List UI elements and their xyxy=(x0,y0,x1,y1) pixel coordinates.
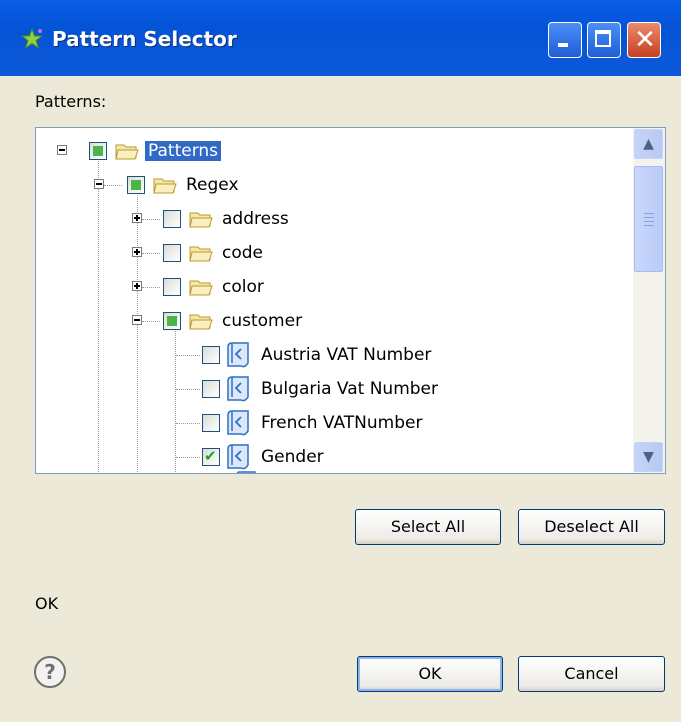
grip-line xyxy=(644,221,654,222)
tree-node-label: color xyxy=(222,277,264,297)
scroll-down-button[interactable]: ▼ xyxy=(634,442,663,472)
expand-toggle[interactable] xyxy=(132,281,142,291)
open-folder-icon xyxy=(189,280,213,296)
tree-node-color[interactable]: color xyxy=(163,272,267,302)
tree-checkbox[interactable] xyxy=(202,380,220,398)
collapse-toggle[interactable] xyxy=(94,179,104,189)
tree-node-label: code xyxy=(222,243,263,263)
expand-toggle[interactable] xyxy=(132,247,142,257)
tree-connector xyxy=(142,287,160,288)
vertical-scrollbar[interactable]: ▲ ▼ xyxy=(633,128,665,473)
tree-node-pattern[interactable]: Bulgaria Vat Number xyxy=(202,374,441,404)
close-button[interactable]: ✕ xyxy=(627,22,661,58)
tree-connector xyxy=(142,253,160,254)
svg-text:?: ? xyxy=(44,660,56,684)
tree-node-label: address xyxy=(222,209,289,229)
tree-node-label: Gender xyxy=(261,447,324,467)
expand-toggle[interactable] xyxy=(132,213,142,223)
maximize-icon xyxy=(595,30,611,47)
tree-node-pattern[interactable]: French VATNumber xyxy=(202,408,425,438)
cancel-button[interactable]: Cancel xyxy=(518,656,665,692)
pattern-tree[interactable]: Patterns Regex address code color custom… xyxy=(35,127,666,474)
status-message: OK xyxy=(35,594,59,613)
grip-line xyxy=(644,217,654,218)
maximize-button[interactable] xyxy=(587,22,621,58)
open-folder-icon xyxy=(189,314,213,330)
select-all-button[interactable]: Select All xyxy=(355,509,501,545)
tree-node-label: Regex xyxy=(186,175,239,195)
pattern-selector-dialog: Pattern Selector ✕ Patterns: Patterns Re… xyxy=(0,0,681,722)
pattern-document-icon xyxy=(227,376,249,402)
tree-node-label: French VATNumber xyxy=(261,413,423,433)
tree-node-code[interactable]: code xyxy=(163,238,266,268)
collapse-toggle[interactable] xyxy=(132,315,142,325)
help-icon[interactable]: ? xyxy=(33,655,67,689)
open-folder-icon xyxy=(115,144,139,160)
tree-node-label: Patterns xyxy=(145,141,222,161)
minimize-icon xyxy=(558,43,568,47)
tree-checkbox[interactable] xyxy=(89,142,107,160)
tree-checkbox[interactable] xyxy=(127,176,145,194)
tree-checkbox[interactable] xyxy=(163,244,181,262)
title-bar[interactable]: Pattern Selector ✕ xyxy=(0,0,681,76)
patterns-label: Patterns: xyxy=(35,92,107,111)
tree-node-pattern[interactable]: Gender xyxy=(202,442,327,472)
pattern-document-icon xyxy=(236,471,256,473)
grip-line xyxy=(644,213,654,214)
tree-checkbox[interactable] xyxy=(202,447,220,466)
tree-connector xyxy=(176,389,200,390)
ok-button[interactable]: OK xyxy=(357,656,503,692)
open-folder-icon xyxy=(153,178,177,194)
tree-connector xyxy=(176,355,200,356)
open-folder-icon xyxy=(189,212,213,228)
tree-connector xyxy=(142,219,160,220)
tree-connector xyxy=(98,156,99,473)
tree-checkbox[interactable] xyxy=(163,278,181,296)
deselect-all-button[interactable]: Deselect All xyxy=(518,509,665,545)
window-title: Pattern Selector xyxy=(52,27,237,51)
tree-checkbox[interactable] xyxy=(163,210,181,228)
pattern-document-icon xyxy=(227,444,249,470)
chevron-down-icon: ▼ xyxy=(643,449,654,465)
tree-node-label: customer xyxy=(222,311,303,331)
tree-node-pattern[interactable]: Austria VAT Number xyxy=(202,340,434,370)
tree-connector xyxy=(175,329,176,473)
tree-connector xyxy=(104,185,122,186)
minimize-button[interactable] xyxy=(548,22,582,58)
tree-node-patterns[interactable]: Patterns xyxy=(89,136,222,166)
tree-node-label: Austria VAT Number xyxy=(261,345,432,365)
scroll-thumb[interactable] xyxy=(634,166,663,272)
sparkle-star-icon xyxy=(20,28,44,50)
tree-node-label: Bulgaria Vat Number xyxy=(261,379,438,399)
tree-connector xyxy=(142,321,160,322)
tree-connector xyxy=(176,457,200,458)
close-icon: ✕ xyxy=(634,25,656,55)
collapse-toggle[interactable] xyxy=(57,145,67,155)
tree-node-address[interactable]: address xyxy=(163,204,292,234)
tree-checkbox[interactable] xyxy=(202,414,220,432)
tree-node-customer[interactable]: customer xyxy=(163,306,305,336)
tree-connector xyxy=(137,192,138,473)
pattern-document-icon xyxy=(227,410,249,436)
scroll-up-button[interactable]: ▲ xyxy=(634,129,663,159)
pattern-document-icon xyxy=(227,342,249,368)
tree-checkbox[interactable] xyxy=(163,312,181,330)
tree-node-regex[interactable]: Regex xyxy=(127,170,242,200)
chevron-up-icon: ▲ xyxy=(643,136,654,152)
open-folder-icon xyxy=(189,246,213,262)
tree-checkbox[interactable] xyxy=(202,346,220,364)
grip-line xyxy=(644,225,654,226)
tree-connector xyxy=(176,423,200,424)
